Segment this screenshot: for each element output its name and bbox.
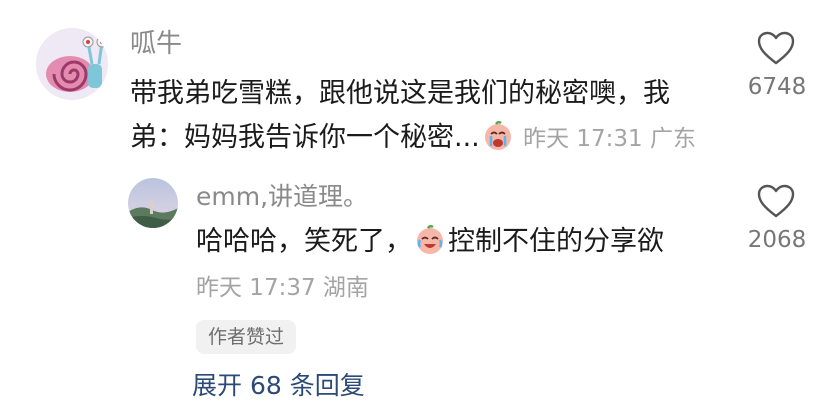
comment-text-line-1: 带我弟吃雪糕，跟他说这是我们的秘密噢，我 (130, 78, 670, 109)
like-count: 6748 (747, 74, 807, 100)
heart-icon (757, 184, 795, 218)
avatar[interactable] (36, 28, 108, 100)
reply-avatar[interactable] (128, 178, 178, 228)
laughing-crying-emoji-icon (417, 224, 443, 254)
expand-replies-link[interactable]: 展开 68 条回复 (192, 368, 365, 404)
reply-like-button[interactable] (756, 183, 796, 219)
snail-avatar-icon (36, 28, 108, 100)
comment-username[interactable]: 呱牛 (130, 27, 182, 61)
like-button[interactable] (756, 30, 796, 66)
comment-meta: 昨天 17:31 广东 (516, 126, 696, 152)
heart-icon (757, 31, 795, 65)
comment-location: 广东 (649, 126, 696, 152)
reply-text-after-emoji: 控制不住的分享欲 (448, 226, 664, 257)
comment-text-line-2-content: 弟：妈妈我告诉你一个秘密... (130, 122, 480, 153)
comment-text: 带我弟吃雪糕，跟他说这是我们的秘密噢，我 弟：妈妈我告诉你一个秘密... 昨天 … (130, 72, 720, 161)
reply-location: 湖南 (322, 275, 369, 301)
reply-like-count: 2068 (747, 227, 807, 253)
comment-timestamp: 昨天 17:31 (523, 126, 643, 152)
crying-face-emoji-icon (484, 120, 511, 150)
reply-text-before-emoji: 哈哈哈，笑死了， (196, 226, 412, 257)
reply-meta: 昨天 17:37 湖南 (196, 272, 369, 304)
reply-timestamp: 昨天 17:37 (196, 275, 316, 301)
reply-text: 哈哈哈，笑死了， 控制不住的分享欲 (196, 224, 664, 260)
author-liked-badge: 作者赞过 (196, 320, 297, 354)
landscape-avatar-icon (128, 178, 178, 228)
comment-text-line-2: 弟：妈妈我告诉你一个秘密... 昨天 17:31 广东 (130, 116, 720, 161)
reply-username[interactable]: emm,讲道理。 (196, 180, 368, 214)
